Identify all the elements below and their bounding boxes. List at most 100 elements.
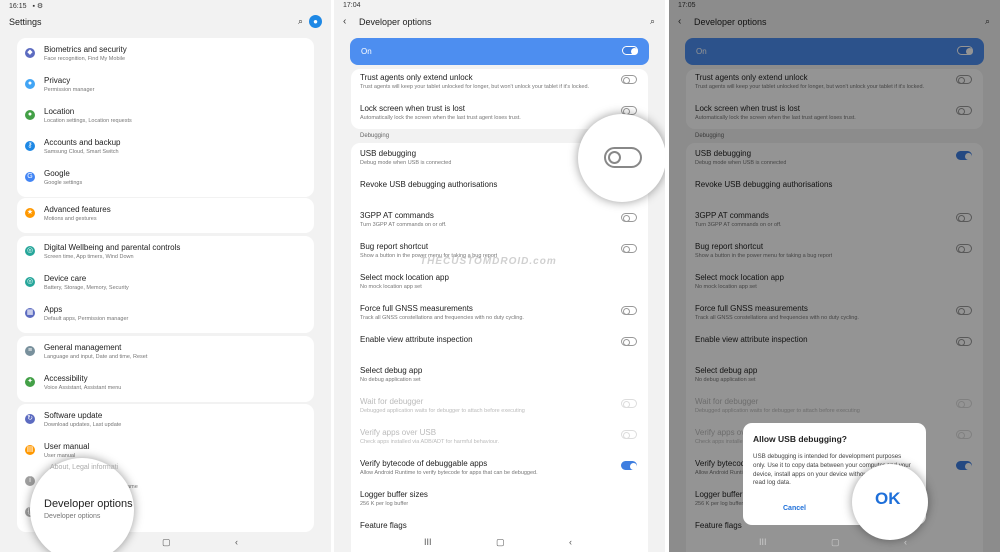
dev-option-row[interactable]: Verify bytecode of debuggable apps Allow …: [351, 455, 648, 486]
app-bar: ‹ Developer options ⌕: [334, 13, 665, 31]
toggle-switch[interactable]: [621, 337, 637, 346]
settings-item-title: Accessibility: [44, 374, 88, 383]
dev-option-row[interactable]: Force full GNSS measurements Track all GN…: [351, 300, 648, 331]
dev-option-row[interactable]: Logger buffer sizes 256 K per log buffer: [351, 486, 648, 517]
dialog-cancel-button[interactable]: Cancel: [783, 505, 806, 512]
settings-item[interactable]: ▦ Apps Default apps, Permission manager: [17, 300, 314, 331]
settings-item-title: Google: [44, 169, 70, 178]
dev-option-row[interactable]: Enable view attribute inspection: [351, 331, 648, 362]
master-switch-label: On: [361, 47, 372, 56]
nav-bar: ▢ ‹: [0, 532, 331, 552]
dev-option-title: Enable view attribute inspection: [360, 335, 473, 344]
apps-icon: ▦: [25, 308, 35, 318]
settings-item[interactable]: G Google Google settings: [17, 164, 314, 195]
settings-group-card: ◆ Biometrics and security Face recognition…: [17, 38, 314, 197]
update-icon: ↻: [25, 414, 35, 424]
magnifier-ok: OK: [852, 464, 928, 540]
dev-option-row[interactable]: 3GPP AT commands Turn 3GPP AT commands on…: [351, 207, 648, 238]
nav-bar: III ▢ ‹: [669, 532, 1000, 552]
settings-panel: 16:15 ▪ ⚙ Settings ⌕ ● ◆ Biometrics and s…: [0, 0, 331, 552]
back-button[interactable]: ‹: [569, 537, 572, 547]
dev-option-title: 3GPP AT commands: [360, 211, 434, 220]
usb-debugging-toggle-magnified[interactable]: [604, 147, 642, 168]
settings-item-title: Digital Wellbeing and parental controls: [44, 243, 181, 252]
back-arrow-icon[interactable]: ‹: [343, 16, 346, 27]
settings-item[interactable]: ≡ General management Language and input, D…: [17, 338, 314, 369]
dev-option-subtitle: No mock location app set: [360, 284, 422, 290]
settings-item[interactable]: ● Location Location settings, Location req…: [17, 102, 314, 133]
toggle-switch[interactable]: [621, 213, 637, 222]
dev-option-subtitle: Track all GNSS constellations and freque…: [360, 315, 524, 321]
settings-item-subtitle: Google settings: [44, 180, 83, 186]
dev-option-title: Logger buffer sizes: [360, 490, 428, 499]
settings-item[interactable]: ✦ Accessibility Voice Assistant, Assistant…: [17, 369, 314, 400]
manual-icon: ▤: [25, 445, 35, 455]
settings-item-subtitle: Voice Assistant, Assistant menu: [44, 385, 122, 391]
toggle-switch[interactable]: [621, 306, 637, 315]
toggle-switch[interactable]: [621, 430, 637, 439]
section-header-debugging: Debugging: [360, 133, 390, 139]
settings-item-subtitle: Default apps, Permission manager: [44, 316, 129, 322]
settings-item-title: Biometrics and security: [44, 45, 127, 54]
status-time: 16:15: [9, 3, 27, 10]
home-button[interactable]: ▢: [162, 537, 171, 548]
toggle-switch[interactable]: [621, 461, 637, 470]
recents-button[interactable]: III: [424, 537, 432, 547]
master-switch-bar[interactable]: On: [350, 38, 649, 65]
page-title: Developer options: [359, 17, 432, 27]
watermark-text: THECUSTOMDROID.com: [420, 256, 557, 267]
settings-item[interactable]: ↻ Software update Download updates, Last u…: [17, 406, 314, 437]
dev-option-row[interactable]: Select debug app No debug application set: [351, 362, 648, 393]
status-time: 17:04: [343, 2, 361, 9]
settings-group-card: ◎ Digital Wellbeing and parental controls…: [17, 236, 314, 333]
settings-group-card: ≡ General management Language and input, D…: [17, 336, 314, 402]
dialog-ok-button[interactable]: OK: [875, 489, 901, 509]
app-bar: Settings ⌕ ●: [0, 13, 331, 31]
toggle-switch[interactable]: [621, 75, 637, 84]
dev-option-subtitle: Debug mode when USB is connected: [360, 160, 452, 166]
dev-option-title: Bug report shortcut: [360, 242, 429, 251]
settings-item[interactable]: ● Privacy Permission manager: [17, 71, 314, 102]
settings-item-title: Privacy: [44, 76, 71, 85]
dev-option-title: Wait for debugger: [360, 397, 424, 406]
settings-item[interactable]: ★ Advanced features Motions and gestures: [17, 200, 314, 231]
search-icon[interactable]: ⌕: [298, 16, 303, 27]
back-button[interactable]: ‹: [235, 537, 238, 547]
dialog-title: Allow USB debugging?: [753, 434, 847, 444]
settings-item-subtitle: Location settings, Location requests: [44, 118, 132, 124]
usb-debugging-dialog-panel: 17:05 ‹ Developer options ⌕ On Trust age…: [669, 0, 1000, 552]
settings-item-title: Accounts and backup: [44, 138, 121, 147]
dev-option-row[interactable]: Select mock location app No mock location…: [351, 269, 648, 300]
sliders-icon: ≡: [25, 346, 35, 356]
settings-item[interactable]: ◎ Device care Battery, Storage, Memory, Se…: [17, 269, 314, 300]
dev-option-subtitle: Trust agents will keep your tablet unloc…: [360, 84, 590, 90]
search-icon[interactable]: ⌕: [650, 16, 655, 27]
account-avatar-icon[interactable]: ●: [309, 15, 322, 28]
dev-option-subtitle: Check apps installed via ADB/ADT for har…: [360, 439, 499, 445]
status-icons: ▪ ⚙: [32, 3, 44, 10]
star-icon: ★: [25, 208, 35, 218]
dev-option-title: Verify bytecode of debuggable apps: [360, 459, 488, 468]
settings-item-title: Device care: [44, 274, 87, 283]
settings-item[interactable]: ◎ Digital Wellbeing and parental controls…: [17, 238, 314, 269]
screenshot-composite: 16:15 ▪ ⚙ Settings ⌕ ● ◆ Biometrics and s…: [0, 0, 1000, 552]
page-title: Settings: [9, 17, 42, 27]
dev-option-row[interactable]: Verify apps over USB Check apps installed…: [351, 424, 648, 455]
settings-item-title: User manual: [44, 442, 90, 451]
settings-item-subtitle: Face recognition, Find My Mobile: [44, 56, 126, 62]
master-toggle[interactable]: [622, 46, 638, 55]
recents-button[interactable]: III: [759, 537, 767, 547]
settings-item[interactable]: ◆ Biometrics and security Face recognition…: [17, 40, 314, 71]
toggle-switch[interactable]: [621, 244, 637, 253]
dev-option-row[interactable]: Wait for debugger Debugged application wa…: [351, 393, 648, 424]
settings-item-subtitle: Motions and gestures: [44, 216, 97, 222]
back-button[interactable]: ‹: [904, 537, 907, 547]
magnifier-developer-title[interactable]: Developer options: [44, 498, 133, 510]
shield-icon: ◆: [25, 48, 35, 58]
google-icon: G: [25, 172, 35, 182]
dev-option-row[interactable]: Trust agents only extend unlock Trust age…: [351, 69, 648, 100]
home-button[interactable]: ▢: [831, 537, 840, 548]
settings-item[interactable]: ⚷ Accounts and backup Samsung Cloud, Smart…: [17, 133, 314, 164]
toggle-switch[interactable]: [621, 399, 637, 408]
home-button[interactable]: ▢: [496, 537, 505, 548]
